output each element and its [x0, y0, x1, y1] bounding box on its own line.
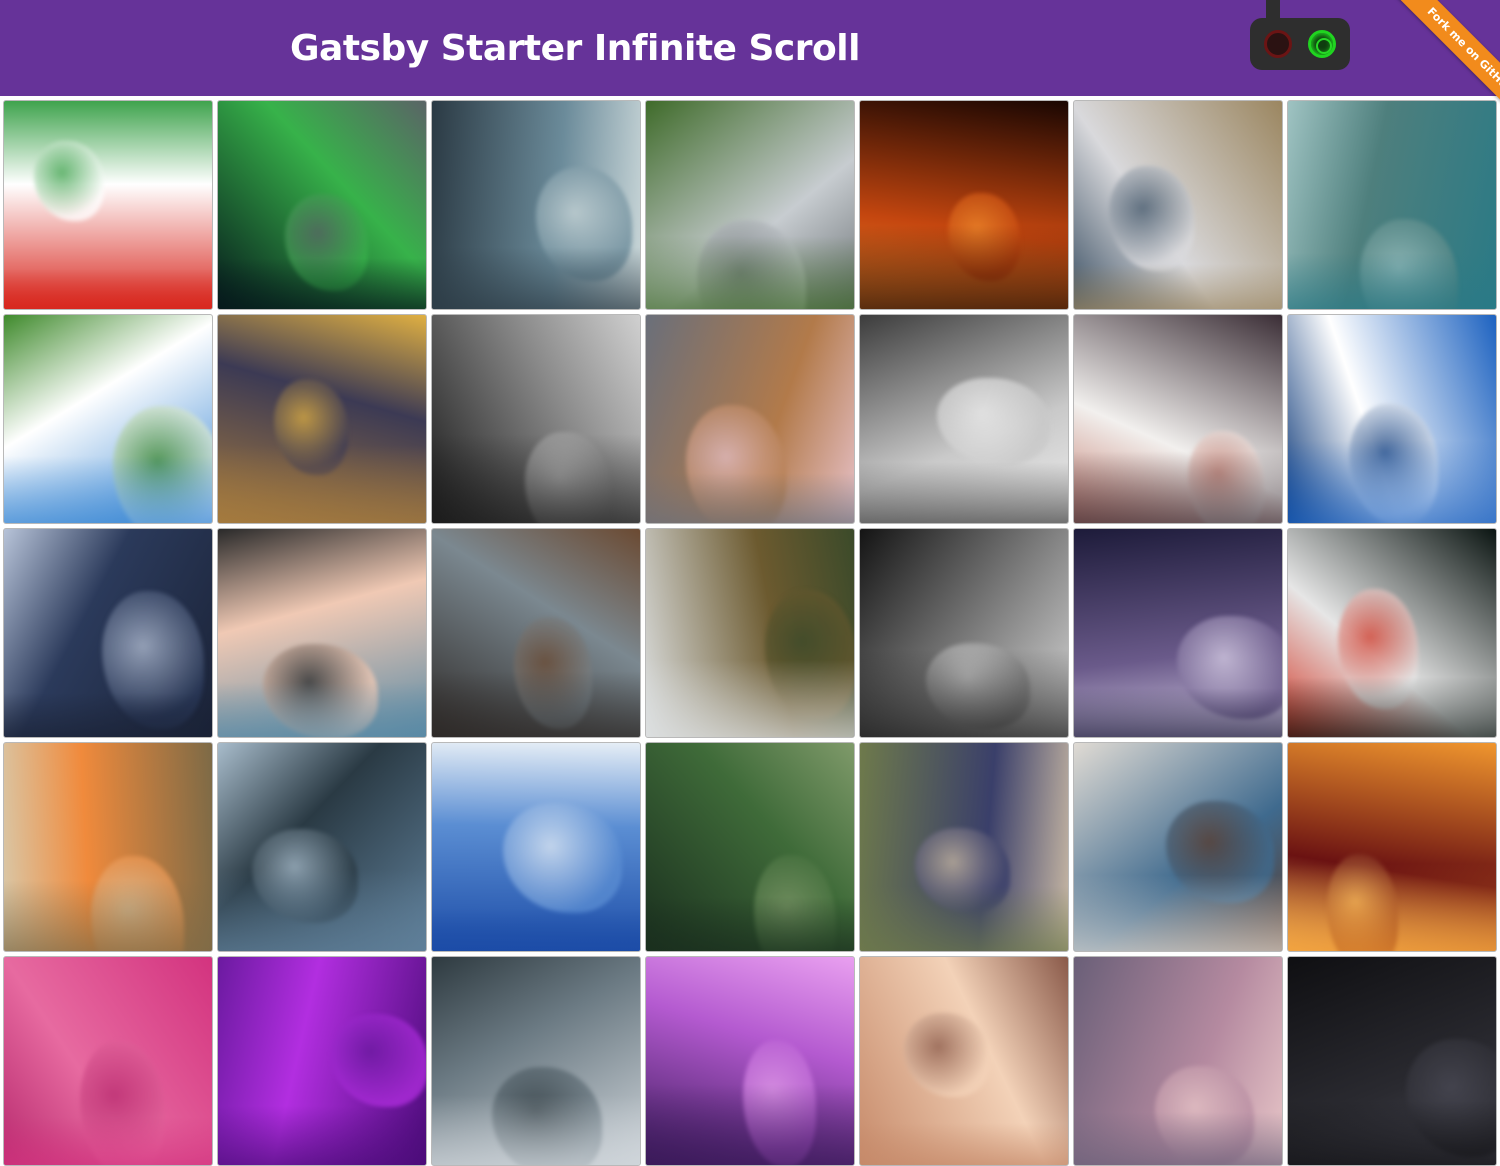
image-content [1074, 1112, 1282, 1165]
site-header: Gatsby Starter Infinite Scroll [0, 0, 1500, 96]
image-content [1288, 440, 1496, 523]
gallery-image-tile[interactable] [1073, 100, 1283, 310]
theme-toggle-button[interactable] [1250, 18, 1350, 70]
image-content [331, 1014, 426, 1107]
gallery-image-tile[interactable] [1073, 742, 1283, 952]
gallery-image-tile[interactable] [859, 314, 1069, 524]
gallery-image-tile[interactable] [1287, 314, 1497, 524]
gallery-image-tile[interactable] [431, 314, 641, 524]
gallery-image-tile[interactable] [1073, 314, 1283, 524]
image-content [4, 693, 212, 737]
image-content [904, 1013, 990, 1097]
image-content [1074, 875, 1282, 951]
gallery-image-tile[interactable] [3, 528, 213, 738]
image-content [1288, 677, 1496, 737]
image-content [1288, 253, 1496, 309]
gallery-image-tile[interactable] [1073, 528, 1283, 738]
image-content [218, 258, 426, 309]
gallery-image-tile[interactable] [217, 956, 427, 1166]
gallery-image-tile[interactable] [1287, 956, 1497, 1166]
gallery-image-tile[interactable] [645, 956, 855, 1166]
image-content [4, 1117, 212, 1165]
image-content [218, 1106, 426, 1165]
image-content [218, 869, 426, 951]
image-content [1109, 166, 1194, 271]
gallery-image-tile[interactable] [217, 314, 427, 524]
gallery-image-tile[interactable] [431, 956, 641, 1166]
gallery-image-tile[interactable] [3, 314, 213, 524]
gallery-image-tile[interactable] [645, 100, 855, 310]
image-content [860, 1123, 1068, 1165]
gallery-image-tile[interactable] [217, 528, 427, 738]
gallery-image-tile[interactable] [3, 742, 213, 952]
gallery-image-tile[interactable] [645, 742, 855, 952]
image-content [503, 802, 622, 913]
gallery-image-tile[interactable] [3, 100, 213, 310]
image-content [646, 236, 854, 309]
gallery-image-tile[interactable] [431, 528, 641, 738]
image-content [218, 445, 426, 523]
gallery-image-tile[interactable] [3, 956, 213, 1166]
image-content [646, 897, 854, 951]
gallery-image-tile[interactable] [431, 742, 641, 952]
gallery-image-tile[interactable] [859, 956, 1069, 1166]
gallery-image-tile[interactable] [1287, 100, 1497, 310]
image-content [432, 671, 640, 737]
image-content [1074, 688, 1282, 737]
image-content [4, 456, 212, 523]
image-content [1074, 264, 1282, 309]
image-content [646, 473, 854, 523]
image-content [432, 434, 640, 523]
site-title-link[interactable]: Gatsby Starter Infinite Scroll [290, 27, 860, 71]
gallery-image-tile[interactable] [1073, 956, 1283, 1166]
gallery-image-tile[interactable] [859, 742, 1069, 952]
gallery-image-tile[interactable] [1287, 742, 1497, 952]
image-content [1288, 1101, 1496, 1165]
gallery-image-tile[interactable] [645, 314, 855, 524]
image-content [218, 682, 426, 737]
gallery-image-tile[interactable] [859, 528, 1069, 738]
image-content [937, 378, 1050, 465]
image-content [1288, 864, 1496, 951]
gallery-image-tile[interactable] [645, 528, 855, 738]
gallery-image-tile[interactable] [431, 100, 641, 310]
image-content [646, 1084, 854, 1165]
image-gallery-grid [3, 100, 1497, 1166]
image-content [34, 141, 104, 221]
gallery-image-tile[interactable] [217, 100, 427, 310]
image-content [1074, 451, 1282, 523]
gallery-image-tile[interactable] [1287, 528, 1497, 738]
image-content [860, 462, 1068, 523]
gallery-image-tile[interactable] [859, 100, 1069, 310]
image-content [432, 1095, 640, 1165]
green-light-icon [1308, 30, 1336, 58]
image-content [4, 880, 212, 951]
image-content [860, 649, 1068, 737]
red-light-icon [1264, 30, 1292, 58]
gallery-image-tile[interactable] [217, 742, 427, 952]
image-content [860, 225, 1068, 309]
image-content [4, 269, 212, 309]
image-content [646, 660, 854, 737]
image-content [860, 886, 1068, 951]
image-content [432, 908, 640, 951]
image-content [432, 247, 640, 309]
